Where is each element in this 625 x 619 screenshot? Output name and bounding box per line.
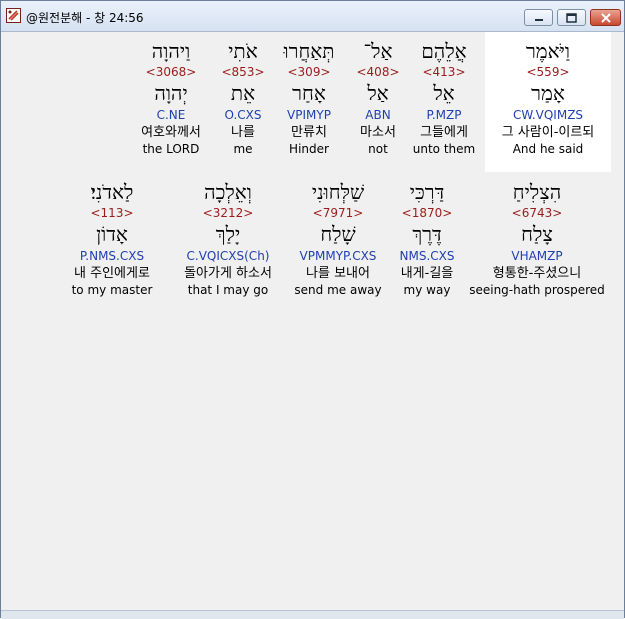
maximize-icon [566,12,577,23]
interlinear-view[interactable]: וַיֹּאמֶר <559> אָמַר CW.VQIMZS 그 사람이-이르… [7,32,619,610]
morph-code[interactable]: O.CXS [221,106,264,124]
korean-gloss: 나를 보내어 [306,266,370,281]
hebrew-lemma: אָחַר [292,81,326,105]
word-column[interactable]: אֹתִי <853> אֵת O.CXS 나를 me [221,38,264,157]
hebrew-lemma: אַל [367,81,389,105]
strong-number[interactable]: <853> [221,64,264,80]
morph-code[interactable]: VPMMYP.CXS [294,247,381,265]
strong-number[interactable]: <7971> [294,205,381,221]
strong-number[interactable]: <113> [72,205,153,221]
english-gloss: that I may go [187,283,269,297]
hebrew-word[interactable]: וַיהוָה [141,38,201,64]
app-window: @원전분해 - 창 24:56 וַיֹּאמֶר <559> אָמַר CW… [0,0,625,619]
korean-gloss: 돌아가게 하소서 [184,266,272,281]
word-column[interactable]: וַיֹּאמֶר <559> אָמַר CW.VQIMZS 그 사람이-이르… [502,38,595,157]
korean-gloss: 만류치 [291,125,327,140]
morph-code[interactable]: CW.VQIMZS [502,106,595,124]
english-gloss: the LORD [142,142,200,156]
hebrew-lemma: אֵת [230,81,256,105]
close-icon [600,12,611,23]
hebrew-lemma: דֶּרֶךְ [412,222,442,246]
hebrew-lemma: אֵל [433,81,455,105]
strong-number[interactable]: <3068> [141,64,201,80]
word-column[interactable]: וַיהוָה <3068> יְהוָה C.NE 여호와께서 the LOR… [141,38,201,157]
english-gloss: unto them [412,142,476,156]
word-column[interactable]: לַאדֹנִי׃ <113> אָדוֹן P.NMS.CXS 내 주인에게로… [72,179,153,298]
english-gloss: seeing-hath prospered [469,283,605,297]
korean-gloss: 그들에게 [420,125,468,140]
morph-code[interactable]: NMS.CXS [400,247,455,265]
hebrew-word[interactable]: וְאֵלְכָה [184,179,272,205]
hebrew-lemma: צָלַח [521,222,553,246]
korean-gloss: 나를 [231,125,255,140]
morph-code[interactable]: P.MZP [413,106,475,124]
strong-number[interactable]: <559> [502,64,595,80]
word-column[interactable]: אַל־ <408> אַל ABN 마소서 not [356,38,399,157]
korean-gloss: 내 주인에게로 [74,266,150,281]
strong-number[interactable]: <408> [356,64,399,80]
strong-number[interactable]: <1870> [400,205,455,221]
hebrew-word[interactable]: לַאדֹנִי׃ [72,179,153,205]
window-title: @원전분해 - 창 24:56 [26,11,144,25]
hebrew-word[interactable]: אַל־ [356,38,399,64]
morph-code[interactable]: VHAMZP [469,247,605,265]
hebrew-word[interactable]: הִצְלִיחַ [469,179,605,205]
english-gloss: me [233,142,253,156]
english-gloss: to my master [71,283,153,297]
hebrew-lemma: אָדוֹן [96,222,128,246]
hebrew-word[interactable]: אֹתִי [221,38,264,64]
minimize-button[interactable] [524,9,553,26]
word-column[interactable]: וְאֵלְכָה <3212> יָלַךְ C.VQICXS(Ch) 돌아가… [184,179,272,298]
word-column[interactable]: תְּאַחֲרוּ <309> אָחַר VPIMYP 만류치 Hinder [284,38,335,157]
bible-app-icon[interactable] [6,8,21,23]
hebrew-lemma: יָלַךְ [215,222,241,246]
hebrew-word[interactable]: אֲלֵהֶם [413,38,475,64]
english-gloss: send me away [294,283,382,297]
word-column[interactable]: דַּרְכִּי <1870> דֶּרֶךְ NMS.CXS 내게-길을 m… [400,179,455,298]
english-gloss: Hinder [289,142,329,156]
title-bar[interactable]: @원전분해 - 창 24:56 [1,1,624,32]
english-gloss: not [368,142,388,156]
strong-number[interactable]: <3212> [184,205,272,221]
hebrew-word[interactable]: תְּאַחֲרוּ [284,38,335,64]
minimize-icon [534,18,543,21]
hebrew-lemma: יְהוָה [154,81,188,105]
word-column[interactable]: הִצְלִיחַ <6743> צָלַח VHAMZP 형통한-주셨으니 s… [469,179,605,298]
hebrew-word[interactable]: וַיֹּאמֶר [502,38,595,64]
korean-gloss: 마소서 [360,125,396,140]
korean-gloss: 그 사람이-이르되 [501,125,595,140]
morph-code[interactable]: C.VQICXS(Ch) [184,247,272,265]
english-gloss: my way [403,283,451,297]
hebrew-word[interactable]: דַּרְכִּי [400,179,455,205]
hebrew-lemma: אָמַר [531,81,565,105]
korean-gloss: 형통한-주셨으니 [492,266,582,281]
maximize-button[interactable] [557,9,586,26]
strong-number[interactable]: <309> [284,64,335,80]
english-gloss: And he said [512,142,584,156]
close-button[interactable] [590,9,621,26]
hebrew-word[interactable]: שַׁלְּחוּנִי [294,179,381,205]
morph-code[interactable]: C.NE [141,106,201,124]
strong-number[interactable]: <413> [413,64,475,80]
strong-number[interactable]: <6743> [469,205,605,221]
hebrew-lemma: שָׁלַח [320,222,356,246]
morph-code[interactable]: P.NMS.CXS [72,247,153,265]
korean-gloss: 여호와께서 [141,125,201,140]
word-column[interactable]: שַׁלְּחוּנִי <7971> שָׁלַח VPMMYP.CXS 나를… [294,179,381,298]
word-column[interactable]: אֲלֵהֶם <413> אֵל P.MZP 그들에게 unto them [413,38,475,157]
korean-gloss: 내게-길을 [400,266,454,281]
morph-code[interactable]: VPIMYP [284,106,335,124]
morph-code[interactable]: ABN [356,106,399,124]
